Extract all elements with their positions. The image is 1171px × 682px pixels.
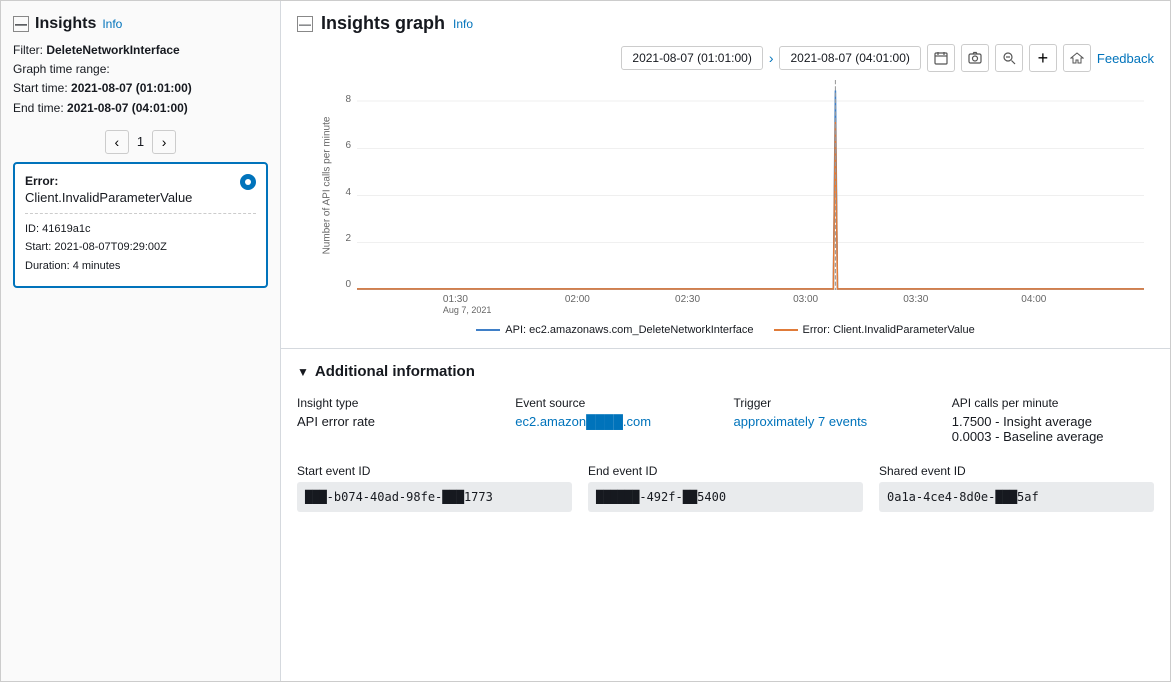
collapse-triangle-icon[interactable]: ▼ (297, 365, 309, 379)
additional-section: ▼ Additional information Insight type AP… (281, 349, 1170, 681)
trigger-value: approximately 7 events (734, 414, 936, 429)
additional-title: Additional information (315, 363, 475, 380)
graph-section: — Insights graph Info 2021-08-07 (01:01:… (281, 1, 1170, 349)
event-id-grid: Start event ID ███-b074-40ad-98fe-███177… (297, 464, 1154, 512)
api-calls-baseline: 0.0003 - Baseline average (952, 429, 1154, 444)
x-label-0200: 02:00 (565, 294, 590, 305)
y-tick-6: 6 (345, 140, 351, 151)
duration-value: 4 minutes (73, 260, 121, 272)
graph-toolbar: 2021-08-07 (01:01:00) › 2021-08-07 (04:0… (297, 44, 1154, 72)
start-time-value: 2021-08-07 (01:01:00) (71, 81, 192, 95)
api-calls-insight: 1.7500 - Insight average (952, 414, 1154, 429)
x-label-0230: 02:30 (675, 294, 700, 305)
additional-header: ▼ Additional information (297, 363, 1154, 380)
x-label-0130: 01:30Aug 7, 2021 (443, 294, 492, 316)
trigger-label: Trigger (734, 396, 936, 410)
event-source-value: ec2.amazon████.com (515, 414, 717, 429)
x-label-0400: 04:00 (1021, 294, 1046, 305)
start-event-id-label: Start event ID (297, 464, 572, 478)
insight-type-label: Insight type (297, 396, 499, 410)
shared-event-id-label: Shared event ID (879, 464, 1154, 478)
legend-error: Error: Client.InvalidParameterValue (774, 324, 975, 336)
selected-indicator (240, 174, 256, 190)
shared-event-id-cell: Shared event ID 0a1a-4ce4-8d0e-███5af (879, 464, 1154, 512)
time-start-box[interactable]: 2021-08-07 (01:01:00) (621, 46, 762, 70)
collapse-icon[interactable]: — (13, 16, 29, 32)
start-event-id-cell: Start event ID ███-b074-40ad-98fe-███177… (297, 464, 572, 512)
start-label: Start: (25, 241, 51, 253)
trigger-link[interactable]: approximately 7 events (734, 414, 868, 429)
sidebar-title-text: Insights (35, 15, 96, 33)
chart-inner (357, 80, 1144, 290)
camera-icon-button[interactable] (961, 44, 989, 72)
y-tick-8: 8 (345, 94, 351, 105)
shared-event-id-box: 0a1a-4ce4-8d0e-███5af (879, 482, 1154, 512)
time-arrow-icon: › (769, 50, 774, 66)
y-axis-ticks: 0 2 4 6 8 (297, 80, 357, 290)
y-tick-0: 0 (345, 279, 351, 290)
graph-info-link[interactable]: Info (453, 17, 473, 31)
calendar-icon-button[interactable] (927, 44, 955, 72)
insight-type-cell: Insight type API error rate (297, 396, 499, 444)
error-details: ID: 41619a1c Start: 2021-08-07T09:29:00Z… (25, 213, 256, 276)
zoom-icon-button[interactable] (995, 44, 1023, 72)
insight-type-value: API error rate (297, 414, 499, 429)
x-label-0300: 03:00 (793, 294, 818, 305)
start-event-id-box: ███-b074-40ad-98fe-███1773 (297, 482, 572, 512)
sidebar-info-link[interactable]: Info (102, 17, 122, 31)
pagination-control: ‹ 1 › (13, 130, 268, 154)
legend-error-line (774, 329, 798, 331)
home-icon-button[interactable] (1063, 44, 1091, 72)
graph-header: — Insights graph Info (297, 13, 1154, 34)
api-calls-label: API calls per minute (952, 396, 1154, 410)
start-value: 2021-08-07T09:29:00Z (54, 241, 167, 253)
api-calls-cell: API calls per minute 1.7500 - Insight av… (952, 396, 1154, 444)
legend-api: API: ec2.amazonaws.com_DeleteNetworkInte… (476, 324, 753, 336)
main-content: — Insights graph Info 2021-08-07 (01:01:… (281, 1, 1170, 681)
page-number: 1 (137, 134, 144, 149)
time-end-box[interactable]: 2021-08-07 (04:01:00) (779, 46, 920, 70)
add-icon-button[interactable]: + (1029, 44, 1057, 72)
end-event-id-cell: End event ID ██████-492f-██5400 (588, 464, 863, 512)
end-time-value: 2021-08-07 (04:01:00) (67, 101, 188, 115)
info-grid: Insight type API error rate Event source… (297, 396, 1154, 444)
x-axis: 01:30Aug 7, 2021 02:00 02:30 03:00 03:30… (357, 290, 1144, 320)
id-label: ID: (25, 223, 39, 235)
legend-error-label: Error: Client.InvalidParameterValue (803, 324, 975, 336)
graph-time-range-label: Graph time range: (13, 62, 110, 76)
sidebar-title-row: — Insights Info (13, 15, 268, 33)
filter-label: Filter: (13, 43, 43, 57)
id-value: 41619a1c (42, 223, 90, 235)
feedback-button[interactable]: Feedback (1097, 51, 1154, 66)
event-source-label: Event source (515, 396, 717, 410)
next-page-button[interactable]: › (152, 130, 176, 154)
filter-value: DeleteNetworkInterface (46, 43, 179, 57)
event-source-link[interactable]: ec2.amazon████.com (515, 414, 651, 429)
duration-label: Duration: (25, 260, 70, 272)
legend-api-line (476, 329, 500, 331)
start-time-label: Start time: (13, 81, 68, 95)
y-tick-2: 2 (345, 233, 351, 244)
y-tick-4: 4 (345, 187, 351, 198)
chart-legend: API: ec2.amazonaws.com_DeleteNetworkInte… (297, 324, 1154, 336)
graph-collapse-icon[interactable]: — (297, 16, 313, 32)
end-event-id-box: ██████-492f-██5400 (588, 482, 863, 512)
api-calls-values: 1.7500 - Insight average 0.0003 - Baseli… (952, 414, 1154, 444)
error-name: Client.InvalidParameterValue (25, 190, 256, 205)
trigger-cell: Trigger approximately 7 events (734, 396, 936, 444)
chart-area: Number of API calls per minute (297, 80, 1154, 320)
prev-page-button[interactable]: ‹ (105, 130, 129, 154)
error-card[interactable]: Error: Client.InvalidParameterValue ID: … (13, 162, 268, 288)
legend-api-label: API: ec2.amazonaws.com_DeleteNetworkInte… (505, 324, 753, 336)
sidebar-filter-info: Filter: DeleteNetworkInterface Graph tim… (13, 41, 268, 118)
sidebar: — Insights Info Filter: DeleteNetworkInt… (1, 1, 281, 681)
error-label: Error: (25, 174, 256, 188)
end-time-label: End time: (13, 101, 64, 115)
x-label-0330: 03:30 (903, 294, 928, 305)
graph-title: Insights graph (321, 13, 445, 34)
event-source-cell: Event source ec2.amazon████.com (515, 396, 717, 444)
end-event-id-label: End event ID (588, 464, 863, 478)
